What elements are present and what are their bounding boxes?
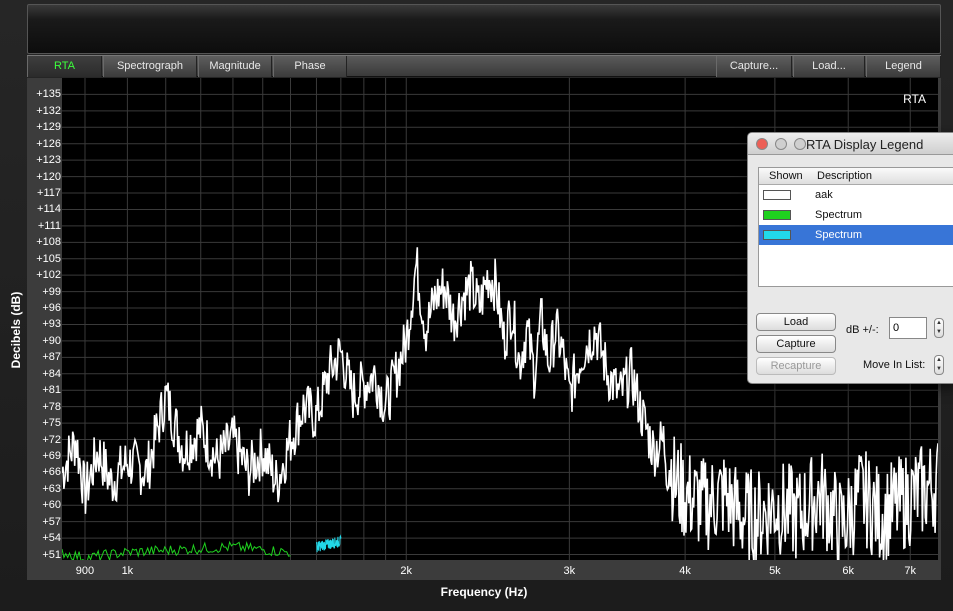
load-menu-button[interactable]: Load... (793, 56, 865, 77)
y-tick-label: +102 (36, 269, 61, 282)
y-tick-label: +93 (42, 318, 61, 331)
y-tick-label: +108 (36, 236, 61, 249)
y-tick-label: +135 (36, 88, 61, 101)
legend-row[interactable]: Spectrum (759, 225, 953, 245)
y-tick-label: +90 (42, 334, 61, 347)
x-tick-label: 1k (121, 565, 134, 577)
legend-table[interactable]: Shown Description aak Spectrum Spectrum (758, 167, 953, 287)
x-tick-label: 7k (904, 565, 917, 577)
y-tick-label: +78 (42, 400, 61, 413)
db-offset-stepper[interactable]: ▲ ▼ (934, 318, 944, 338)
legend-row[interactable]: Spectrum (759, 205, 953, 225)
y-tick-label: +81 (42, 384, 61, 397)
y-tick-label: +63 (42, 482, 61, 495)
y-tick-label: +66 (42, 466, 61, 479)
y-tick-label: +84 (42, 367, 61, 380)
y-tick-label: +132 (36, 104, 61, 117)
y-tick-label: +51 (42, 548, 61, 561)
legend-menu-button[interactable]: Legend (866, 56, 941, 77)
series-line-2 (62, 540, 291, 560)
tab-phase[interactable]: Phase (273, 56, 347, 77)
legend-table-header: Shown Description (759, 168, 953, 185)
status-bar (27, 4, 941, 54)
y-tick-label: +129 (36, 121, 61, 134)
x-tick-label: 900 (75, 565, 95, 577)
y-tick-label: +117 (37, 187, 61, 200)
y-tick-label: +57 (42, 515, 61, 528)
y-tick-label: +72 (42, 433, 61, 446)
db-offset-label: dB +/-: (846, 324, 879, 336)
load-button[interactable]: Load (756, 313, 836, 331)
legend-swatch[interactable] (763, 190, 791, 200)
y-tick-label: +54 (42, 532, 61, 545)
y-tick-label: +114 (37, 203, 61, 216)
capture-button[interactable]: Capture (756, 335, 836, 353)
legend-titlebar[interactable]: RTA Display Legend (748, 133, 953, 155)
move-in-list-label: Move In List: (863, 359, 926, 371)
y-tick-label: +99 (42, 285, 61, 298)
legend-swatch[interactable] (763, 210, 791, 220)
db-offset-input[interactable] (889, 317, 927, 339)
y-tick-label: +105 (36, 252, 61, 265)
zoom-icon[interactable] (794, 138, 806, 150)
y-axis-label: Decibels (dB) (9, 291, 23, 369)
column-shown[interactable]: Shown (769, 170, 803, 182)
rta-app-window: RTA Spectrograph Magnitude Phase Capture… (0, 0, 953, 611)
y-tick-label: +126 (36, 137, 61, 150)
x-tick-label: 2k (400, 565, 413, 577)
move-in-list-stepper[interactable]: ▲ ▼ (934, 355, 944, 375)
legend-description: Spectrum (815, 209, 863, 221)
y-tick-label: +60 (42, 499, 61, 512)
view-tab-bar: RTA Spectrograph Magnitude Phase Capture… (27, 55, 941, 77)
x-axis-label: Frequency (Hz) (440, 585, 528, 599)
y-tick-label: +96 (42, 302, 61, 315)
legend-swatch[interactable] (763, 230, 791, 240)
y-tick-label: +75 (42, 417, 61, 430)
y-tick-label: +111 (37, 219, 61, 232)
legend-title: RTA Display Legend (806, 137, 924, 152)
legend-window: RTA Display Legend Shown Description aak… (747, 132, 953, 384)
tab-magnitude[interactable]: Magnitude (198, 56, 272, 77)
x-tick-label: 6k (842, 565, 855, 577)
x-tick-label: 3k (563, 565, 576, 577)
x-tick-label: 4k (679, 565, 691, 577)
y-tick-label: +69 (42, 449, 61, 462)
column-description[interactable]: Description (817, 170, 872, 182)
tab-spectrograph[interactable]: Spectrograph (103, 56, 197, 77)
capture-menu-button[interactable]: Capture... (716, 56, 792, 77)
minimize-icon[interactable] (775, 138, 787, 150)
close-icon[interactable] (756, 138, 768, 150)
tab-rta[interactable]: RTA (27, 56, 102, 77)
legend-description: Spectrum (815, 229, 863, 241)
legend-description: aak (815, 189, 833, 201)
recapture-button[interactable]: Recapture (756, 357, 836, 375)
plot-mode-label: RTA (903, 92, 926, 106)
legend-row[interactable]: aak (759, 185, 953, 205)
x-tick-label: 5k (769, 565, 781, 577)
y-tick-label: +123 (36, 154, 61, 167)
y-tick-label: +87 (42, 351, 61, 364)
y-tick-label: +120 (36, 170, 61, 183)
